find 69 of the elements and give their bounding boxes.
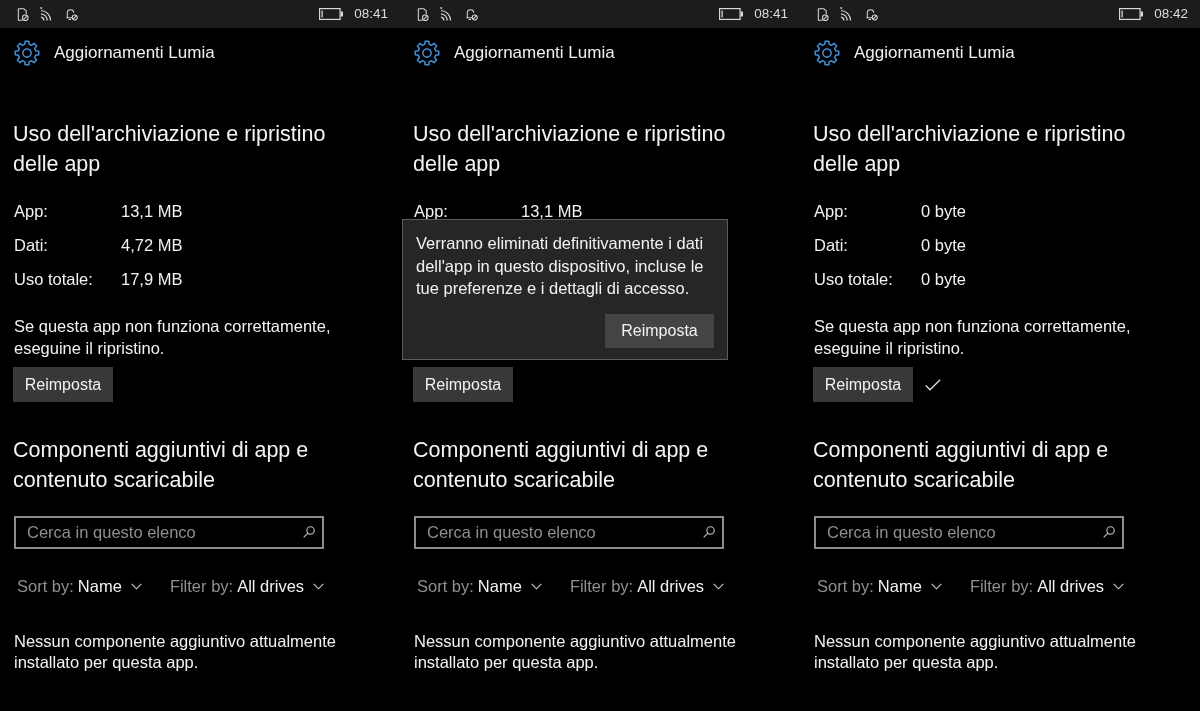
reset-button[interactable]: Reimposta <box>13 367 113 402</box>
bell-icon <box>465 7 478 21</box>
section-heading: Componenti aggiuntivi di app e contenuto scaricabile <box>812 437 1110 494</box>
storage-label: App: <box>414 201 449 221</box>
section-heading: Uso dell'archiviazione e ripristino delle app <box>12 121 327 178</box>
storage-value: 17,9 MB <box>121 269 183 289</box>
sim-card-icon <box>416 7 429 21</box>
settings-icon <box>14 40 40 66</box>
dialog-message: Verranno eliminati definitivamente i dati dell'app in questo dispositivo, incluse le tue preferenze e i dettagli di accesso. <box>416 233 705 299</box>
section-heading: Componenti aggiuntivi di app e contenuto scaricabile <box>12 437 310 494</box>
reset-note: Se questa app non funziona correttamente, eseguine il ripristino. <box>814 316 1132 359</box>
storage-label: Uso totale: <box>14 269 94 289</box>
battery-icon <box>1119 8 1144 20</box>
chevron-down-icon <box>930 582 942 590</box>
battery-icon <box>319 8 344 20</box>
search-icon[interactable] <box>303 526 315 538</box>
sim-card-icon <box>816 7 829 21</box>
sim-card-icon <box>16 7 29 21</box>
sort-dropdown[interactable]: Sort by: Name <box>817 575 942 597</box>
filter-dropdown[interactable]: Filter by: All drives <box>169 575 325 597</box>
confirm-reset-button[interactable]: Reimposta <box>605 313 714 348</box>
bell-icon <box>65 7 78 21</box>
chevron-down-icon <box>130 582 142 590</box>
battery-icon <box>719 8 744 20</box>
search-icon[interactable] <box>703 526 715 538</box>
storage-value: 0 byte <box>921 269 966 289</box>
section-heading: Componenti aggiuntivi di app e contenuto scaricabile <box>412 437 710 494</box>
chevron-down-icon <box>1113 582 1125 590</box>
clock-time: 08:42 <box>1154 6 1188 22</box>
filter-dropdown[interactable]: Filter by: All drives <box>569 575 725 597</box>
chevron-down-icon <box>313 582 325 590</box>
filter-dropdown[interactable]: Filter by: All drives <box>969 575 1125 597</box>
wifi-icon <box>40 7 54 21</box>
search-field[interactable]: Cerca in questo elenco <box>814 516 1124 549</box>
storage-value: 13,1 MB <box>121 201 183 221</box>
storage-label: Dati: <box>814 235 849 255</box>
page-title: Aggiornamenti Lumia <box>54 43 215 63</box>
sort-dropdown[interactable]: Sort by: Name <box>17 575 142 597</box>
section-heading: Uso dell'archiviazione e ripristino delle app <box>812 121 1127 178</box>
wifi-icon <box>840 7 854 21</box>
reset-button[interactable]: Reimposta <box>413 367 513 402</box>
section-heading: Uso dell'archiviazione e ripristino delle app <box>412 121 727 178</box>
page-title: Aggiornamenti Lumia <box>454 43 615 63</box>
empty-message: Nessun componente aggiuntivo attualmente installato per questa app. <box>413 631 737 673</box>
bell-icon <box>865 7 878 21</box>
storage-label: App: <box>814 201 849 221</box>
storage-label: App: <box>14 201 49 221</box>
chevron-down-icon <box>530 582 542 590</box>
empty-message: Nessun componente aggiuntivo attualmente installato per questa app. <box>813 631 1137 673</box>
chevron-down-icon <box>713 582 725 590</box>
wifi-icon <box>440 7 454 21</box>
search-icon[interactable] <box>1103 526 1115 538</box>
clock-time: 08:41 <box>754 6 788 22</box>
search-field[interactable]: Cerca in questo elenco <box>14 516 324 549</box>
reset-button[interactable]: Reimposta <box>813 367 913 402</box>
settings-icon <box>814 40 840 66</box>
page-title: Aggiornamenti Lumia <box>854 43 1015 63</box>
reset-note: Se questa app non funziona correttamente, eseguine il ripristino. <box>14 316 332 359</box>
storage-value: 13,1 MB <box>521 201 583 221</box>
search-field[interactable]: Cerca in questo elenco <box>414 516 724 549</box>
storage-value: 4,72 MB <box>121 235 183 255</box>
empty-message: Nessun componente aggiuntivo attualmente installato per questa app. <box>13 631 337 673</box>
storage-label: Dati: <box>14 235 49 255</box>
clock-time: 08:41 <box>354 6 388 22</box>
storage-label: Uso totale: <box>814 269 894 289</box>
storage-value: 0 byte <box>921 201 966 221</box>
sort-dropdown[interactable]: Sort by: Name <box>417 575 542 597</box>
storage-value: 0 byte <box>921 235 966 255</box>
settings-icon <box>414 40 440 66</box>
